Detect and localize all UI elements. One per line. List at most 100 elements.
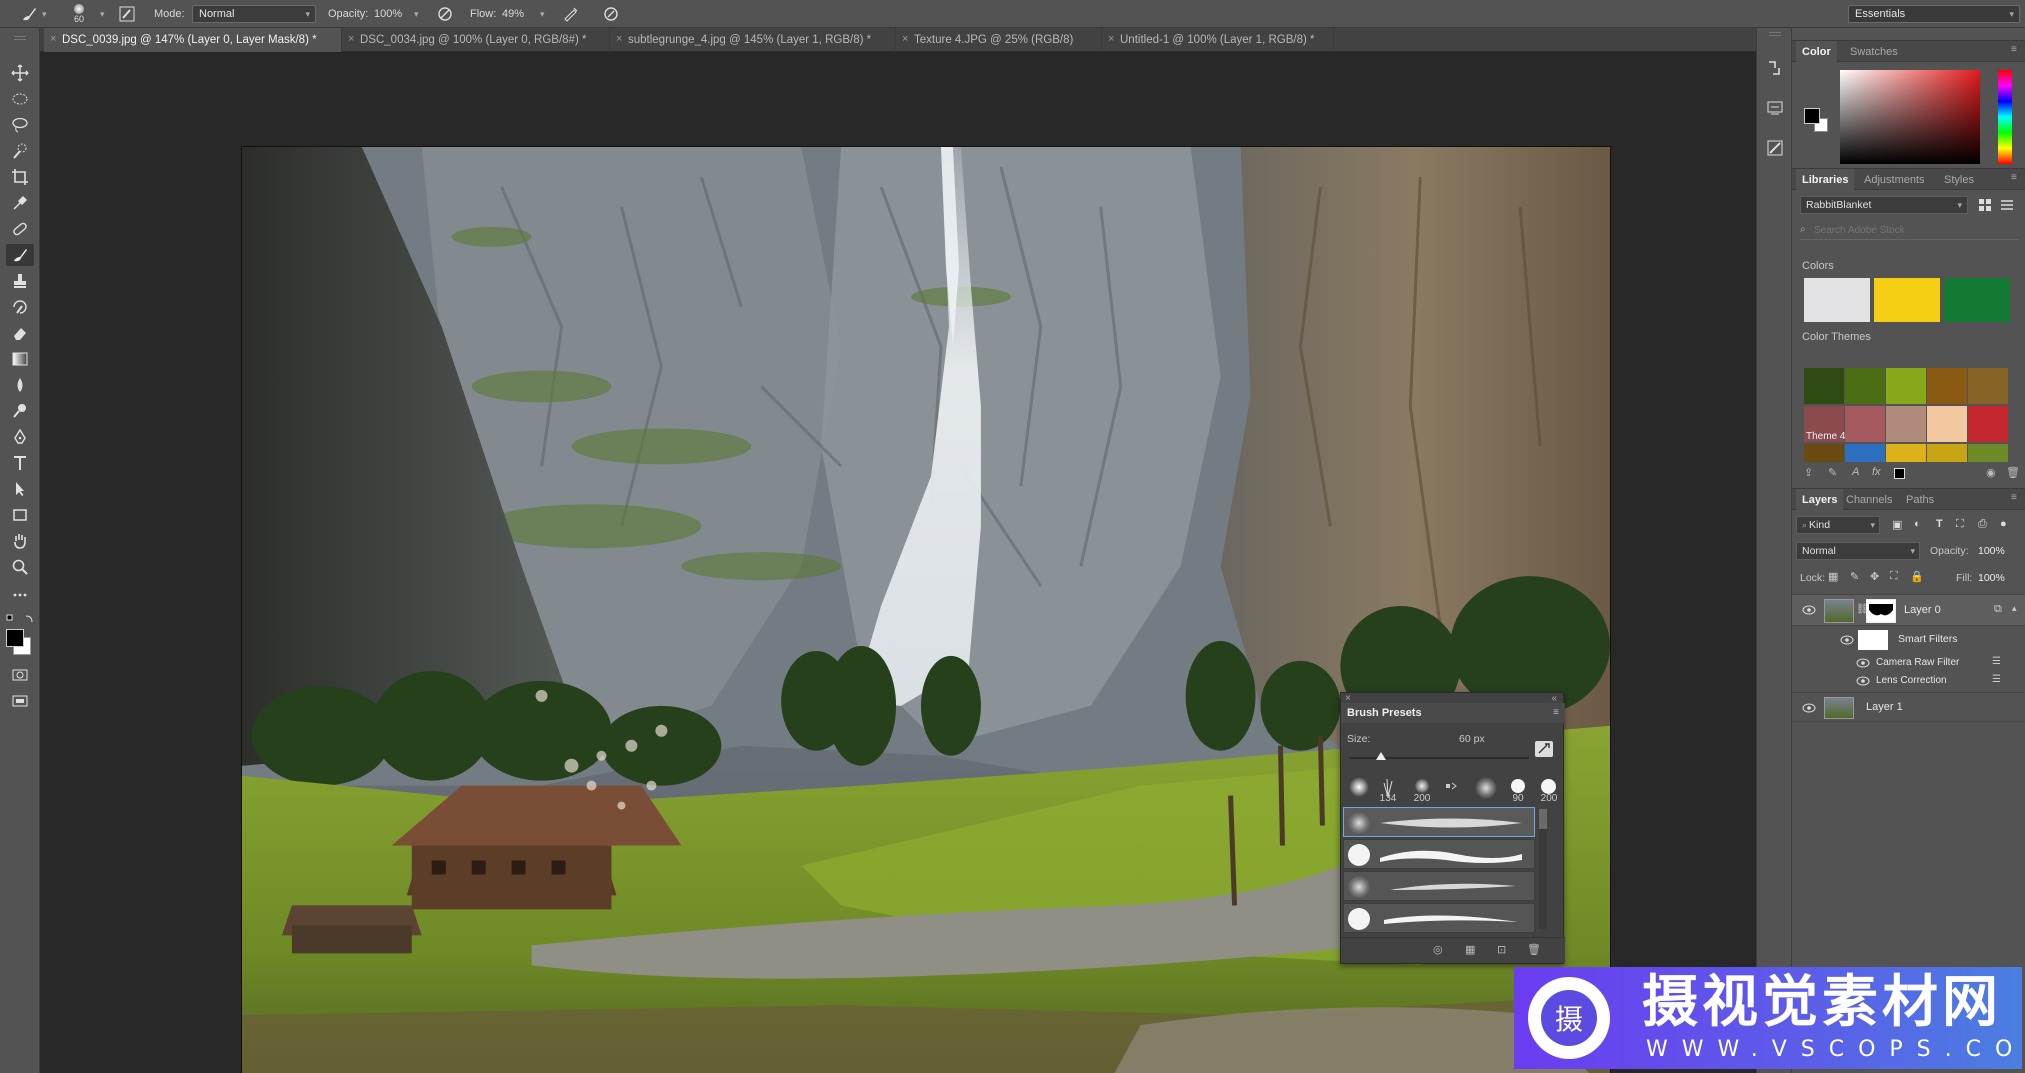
history-brush-tool-icon[interactable] [6,296,34,318]
smart-object-filter-icon[interactable]: ⎙ [1978,518,1987,531]
panel-menu-icon[interactable]: ≡ [2011,493,2021,503]
theme-color-swatch[interactable] [1968,444,2008,462]
brush-tip-airbrush[interactable] [1415,779,1429,793]
gradient-tool-icon[interactable] [6,348,34,370]
dodge-tool-icon[interactable] [6,400,34,422]
theme-color-swatch[interactable] [1845,444,1885,462]
lock-transparent-icon[interactable]: ▦ [1828,570,1838,583]
workspace-switcher[interactable]: Essentials ▾ [1848,5,2020,23]
document-tab[interactable]: × DSC_0039.jpg @ 147% (Layer 0, Layer Mas… [44,28,342,52]
brush-preset-row[interactable] [1343,839,1535,869]
search-adobe-stock[interactable]: ⌕ [1800,222,2018,240]
airbrush-icon[interactable] [562,0,580,28]
brush-preset-row[interactable] [1343,807,1535,837]
layer-style-icon[interactable]: fx [1872,466,1881,478]
layer-opacity-value[interactable]: 100% [1978,545,2005,557]
filter-toggle-icon[interactable]: ● [2000,518,2007,530]
blend-mode-select[interactable]: Normal ▾ [1796,542,1920,560]
document-tab[interactable]: × Texture 4.JPG @ 25% (RGB/8) [896,28,1102,52]
add-graphic-icon[interactable]: ✎ [1828,466,1837,479]
quick-select-tool-icon[interactable] [6,140,34,162]
chevron-down-icon[interactable]: ▾ [42,0,47,28]
zoom-tool-icon[interactable] [6,556,34,578]
lock-all-icon[interactable]: 🔒 [1910,570,1924,583]
tab-libraries[interactable]: Libraries [1796,169,1855,191]
hand-tool-icon[interactable] [6,530,34,552]
character-style-icon[interactable]: A [1852,466,1859,478]
eye-icon[interactable] [1840,635,1854,645]
theme-color-swatch[interactable] [1968,368,2008,404]
close-icon[interactable]: × [348,33,354,45]
history-panel-icon[interactable] [1765,58,1785,78]
brush-tip-hard-large[interactable] [1541,779,1556,794]
type-tool-icon[interactable] [6,452,34,474]
tab-layers[interactable]: Layers [1796,489,1844,511]
theme-color-swatch[interactable] [1927,444,1967,462]
color-field[interactable] [1840,70,1980,164]
chevron-down-icon[interactable]: ▾ [540,0,545,28]
theme-color-swatch[interactable] [1968,406,2008,442]
theme-color-swatch[interactable] [1886,444,1926,462]
blur-tool-icon[interactable] [6,374,34,396]
mode-select[interactable]: Normal ▾ [192,5,316,23]
filter-options-icon[interactable]: ☰ [1992,674,2001,685]
cloud-sync-icon[interactable]: ◉ [1986,466,1996,479]
lock-artboard-icon[interactable]: ⛶ [1890,570,1898,583]
panel-menu-icon[interactable]: ≡ [1553,707,1559,718]
layer-row[interactable]: ⛓ Layer 0 ⧉ ▴ [1792,594,2025,626]
chevron-up-icon[interactable]: ▴ [2012,603,2017,614]
close-icon[interactable]: × [1108,33,1114,45]
hue-slider[interactable] [1998,70,2012,164]
marquee-tool-icon[interactable] [6,88,34,110]
library-select[interactable]: RabbitBlanket ▾ [1800,196,1968,214]
document-tab[interactable]: × DSC_0034.jpg @ 100% (Layer 0, RGB/8#) * [342,28,610,52]
rectangle-tool-icon[interactable] [6,504,34,526]
close-icon[interactable]: × [902,33,908,45]
lock-image-icon[interactable]: ✎ [1850,570,1859,583]
eye-icon[interactable] [1802,605,1816,615]
theme-color-swatch[interactable] [1886,406,1926,442]
pen-tool-icon[interactable] [6,426,34,448]
properties-panel-icon[interactable] [1765,98,1785,118]
collapse-handle[interactable] [1769,32,1781,36]
eraser-tool-icon[interactable] [6,322,34,344]
panel-menu-icon[interactable]: ≡ [2011,173,2021,183]
quick-mask-icon[interactable] [6,664,34,686]
panel-menu-icon[interactable]: ≡ [2011,45,2021,55]
layer-row[interactable]: Layer 1 [1792,692,2025,722]
path-select-tool-icon[interactable] [6,478,34,500]
eye-icon[interactable] [1802,703,1816,713]
tab-swatches[interactable]: Swatches [1844,41,1904,63]
flow-field[interactable]: 49% [502,0,524,28]
tab-adjustments[interactable]: Adjustments [1858,169,1931,191]
close-icon[interactable]: × [616,33,622,45]
more-tools-icon[interactable] [6,584,34,606]
type-filter-icon[interactable]: T [1936,518,1943,530]
library-color-swatch[interactable] [1874,278,1940,322]
layer-filter-select[interactable]: ⌕ Kind ▾ [1796,516,1880,534]
grid-view-icon[interactable] [1978,198,1992,212]
adjustment-filter-icon[interactable]: ◐ [1914,518,1921,530]
toggle-brush-tip-icon[interactable]: ◎ [1433,943,1443,956]
tab-color[interactable]: Color [1796,41,1837,63]
filter-row[interactable]: Camera Raw Filter ☰ [1792,654,2025,672]
layer-fill-value[interactable]: 100% [1978,572,2005,584]
brush-tool-icon[interactable] [6,244,34,266]
preset-scrollbar[interactable] [1539,809,1547,929]
brush-settings-icon[interactable] [1535,741,1553,757]
filter-row[interactable]: Lens Correction ☰ [1792,672,2025,690]
lasso-tool-icon[interactable] [6,114,34,136]
collapse-handle[interactable] [14,36,26,40]
size-slider-thumb[interactable] [1376,752,1387,760]
healing-brush-tool-icon[interactable] [6,218,34,240]
theme-color-swatch[interactable] [1886,368,1926,404]
search-input[interactable] [1814,222,2004,238]
brush-tip-soft-round[interactable] [1349,777,1369,797]
theme-color-swatch[interactable] [1804,444,1844,462]
foreground-color-swatch[interactable] [1804,108,1820,124]
opacity-field[interactable]: 100% [374,0,402,28]
upload-icon[interactable]: ⇪ [1804,466,1813,479]
theme-color-swatch[interactable] [1804,368,1844,404]
trash-icon[interactable]: 🗑 [2006,466,2020,479]
foreground-color-swatch[interactable] [6,629,24,647]
